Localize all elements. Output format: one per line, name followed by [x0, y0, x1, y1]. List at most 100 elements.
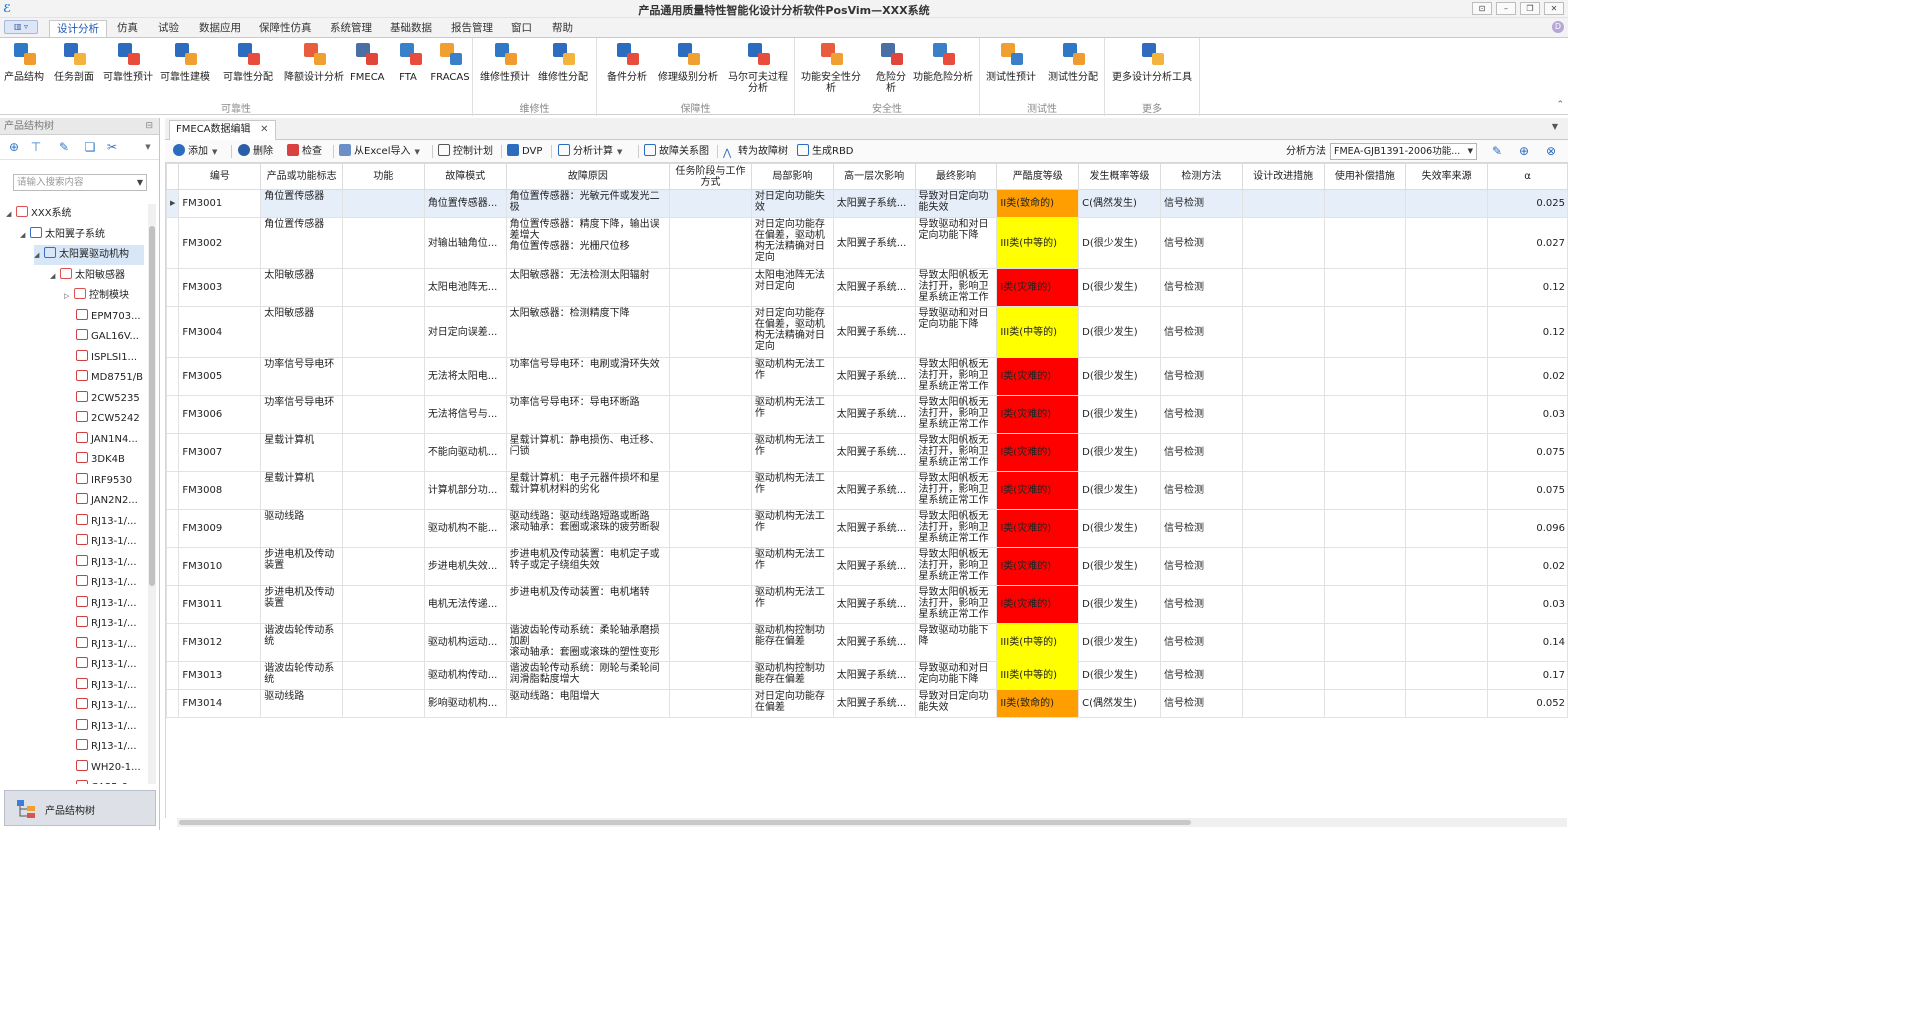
table-cell-phase[interactable] — [669, 189, 752, 218]
table-cell-higher[interactable]: 太阳翼子系统... — [832, 217, 916, 269]
table-cell-source[interactable] — [1405, 357, 1489, 396]
table-cell-mode[interactable]: 无法将信号与... — [423, 395, 507, 434]
hazard-analysis-button[interactable]: 危险分析 — [873, 41, 909, 94]
table-row[interactable]: FM3014 驱动线路 影响驱动机构... 驱动线路：电阻增大 对日定向功能存在偏差 太阳… — [166, 689, 1568, 718]
add-dropdown-icon[interactable]: ▼ — [212, 148, 217, 156]
table-cell-occurrence[interactable]: D(很少发生) — [1078, 268, 1161, 307]
table-cell-improve[interactable] — [1241, 547, 1325, 586]
tree-node[interactable]: RJ13-1/... — [76, 512, 137, 532]
table-cell-source[interactable] — [1405, 471, 1489, 510]
table-row[interactable]: FM3002 角位置传感器 对输出轴角位... 角位置传感器：精度下降，输出误差增大角… — [166, 217, 1568, 269]
table-row[interactable]: FM3005 功率信号导电环 无法将太阳电... 功率信号导电环：电刷或滑环失效 驱动机… — [166, 357, 1568, 396]
table-cell-source[interactable] — [1405, 433, 1489, 472]
mission-profile-button[interactable]: 任务剖面 — [52, 41, 96, 83]
table-cell-phase[interactable] — [669, 547, 752, 586]
grid-horizontal-scrollbar[interactable] — [177, 818, 1567, 827]
table-cell-id[interactable]: FM3012 — [178, 623, 262, 662]
table-cell-occurrence[interactable]: C(偶然发生) — [1078, 689, 1161, 718]
minimize-button[interactable]: – — [1496, 2, 1516, 15]
ribbon-tab[interactable]: 试验 — [151, 20, 186, 37]
table-cell-compensate[interactable] — [1323, 217, 1407, 269]
table-cell-function[interactable] — [342, 395, 425, 434]
table-cell-improve[interactable] — [1241, 395, 1325, 434]
table-cell-function[interactable] — [342, 433, 425, 472]
table-cell-alpha[interactable]: 0.02 — [1487, 357, 1568, 396]
table-cell-occurrence[interactable]: D(很少发生) — [1078, 585, 1161, 624]
tree-node[interactable]: JAN1N4... — [76, 430, 138, 450]
tree-node[interactable]: ◢ 太阳翼驱动机构 — [34, 245, 144, 265]
table-cell-cause[interactable]: 角位置传感器：光敏元件或发光二极 — [505, 189, 671, 218]
table-cell-product[interactable]: 步进电机及传动装置 — [260, 547, 344, 586]
table-cell-source[interactable] — [1405, 306, 1489, 358]
column-header[interactable]: 严酷度等级 — [996, 163, 1080, 190]
table-cell-compensate[interactable] — [1323, 357, 1407, 396]
copy-node-icon[interactable]: ❏ — [82, 140, 98, 154]
table-cell-id[interactable]: FM3003 — [178, 268, 262, 307]
add-node-icon[interactable]: ⊕ — [6, 140, 22, 154]
table-cell-occurrence[interactable]: D(很少发生) — [1078, 471, 1161, 510]
tree-node[interactable]: RJ13-1/... — [76, 614, 137, 634]
table-cell-occurrence[interactable]: D(很少发生) — [1078, 306, 1161, 358]
table-cell-alpha[interactable]: 0.075 — [1487, 433, 1568, 472]
table-cell-higher[interactable]: 太阳翼子系统... — [832, 547, 916, 586]
table-cell-occurrence[interactable]: C(偶然发生) — [1078, 189, 1161, 218]
tree-search-input[interactable]: 请输入搜索内容 ▼ — [13, 174, 147, 191]
table-cell-mode[interactable]: 无法将太阳电... — [423, 357, 507, 396]
maintainability-allocation-button[interactable]: 维修性分配 — [537, 41, 589, 83]
fta-button[interactable]: FTA — [396, 41, 422, 83]
add-circle-icon[interactable]: ⊕ — [1517, 144, 1531, 158]
table-cell-cause[interactable]: 太阳敏感器：无法检测太阳辐射 — [505, 268, 671, 307]
table-cell-local[interactable]: 对日定向功能存在偏差，驱动机构无法精确对日定向 — [750, 306, 834, 358]
table-cell-improve[interactable] — [1241, 661, 1325, 690]
method-dropdown-icon[interactable]: ▼ — [1467, 144, 1473, 159]
table-cell-alpha[interactable]: 0.075 — [1487, 471, 1568, 510]
tree-node[interactable]: GAL16V... — [76, 327, 139, 347]
table-cell-mode[interactable]: 角位置传感器... — [423, 189, 507, 218]
tree-scrollbar[interactable] — [148, 204, 156, 784]
table-cell-id[interactable]: FM3011 — [178, 585, 262, 624]
table-cell-higher[interactable]: 太阳翼子系统... — [832, 357, 916, 396]
table-cell-id[interactable]: FM3005 — [178, 357, 262, 396]
maximize-button[interactable]: ❐ — [1520, 2, 1540, 15]
table-cell-phase[interactable] — [669, 661, 752, 690]
table-cell-alpha[interactable]: 0.12 — [1487, 306, 1568, 358]
tree-node[interactable]: CA35-6... — [76, 778, 137, 784]
import-excel-button[interactable]: 从Excel导入 ▼ — [339, 144, 420, 159]
table-cell-product[interactable]: 谐波齿轮传动系统 — [260, 623, 344, 662]
insert-node-icon[interactable]: ⊤ — [28, 140, 44, 154]
tree-node[interactable]: ◢ 太阳敏感器 — [50, 266, 125, 286]
tree-node[interactable]: RJ13-1/... — [76, 696, 137, 716]
table-cell-compensate[interactable] — [1323, 471, 1407, 510]
table-row[interactable]: FM3009 驱动线路 驱动机构不能... 驱动线路：驱动线路短路或断路 滚动轴承：套圈… — [166, 509, 1568, 548]
table-cell-final[interactable]: 导致驱动和对日定向功能下降 — [914, 306, 998, 358]
tree-node[interactable]: RJ13-1/... — [76, 655, 137, 675]
table-cell-mode[interactable]: 电机无法传递... — [423, 585, 507, 624]
table-cell-severity[interactable]: III类(中等的) — [996, 661, 1080, 690]
tree-node[interactable]: RJ13-1/... — [76, 594, 137, 614]
table-cell-product[interactable]: 角位置传感器 — [260, 189, 344, 218]
calc-dropdown-icon[interactable]: ▼ — [617, 148, 622, 156]
table-cell-phase[interactable] — [669, 689, 752, 718]
markov-analysis-button[interactable]: 马尔可夫过程分析 — [725, 41, 791, 94]
table-cell-function[interactable] — [342, 189, 425, 218]
table-row[interactable]: ▶ FM3001 角位置传感器 角位置传感器... 角位置传感器：光敏元件或发光二极 对日… — [166, 189, 1568, 218]
table-cell-function[interactable] — [342, 357, 425, 396]
table-cell-improve[interactable] — [1241, 306, 1325, 358]
table-cell-occurrence[interactable]: D(很少发生) — [1078, 357, 1161, 396]
table-cell-final[interactable]: 导致太阳帆板无法打开，影响卫星系统正常工作 — [914, 471, 998, 510]
column-header[interactable]: 功能 — [342, 163, 425, 190]
table-cell-severity[interactable]: I类(灾难的) — [996, 268, 1080, 307]
table-cell-improve[interactable] — [1241, 357, 1325, 396]
edit-node-icon[interactable]: ✎ — [56, 140, 72, 154]
table-cell-final[interactable]: 导致驱动和对日定向功能下降 — [914, 217, 998, 269]
table-cell-product[interactable]: 驱动线路 — [260, 509, 344, 548]
table-cell-product[interactable]: 角位置传感器 — [260, 217, 344, 269]
table-cell-alpha[interactable]: 0.025 — [1487, 189, 1568, 218]
table-cell-final[interactable]: 导致驱动和对日定向功能下降 — [914, 661, 998, 690]
table-cell-alpha[interactable]: 0.03 — [1487, 395, 1568, 434]
table-cell-final[interactable]: 导致太阳帆板无法打开，影响卫星系统正常工作 — [914, 357, 998, 396]
control-plan-button[interactable]: 控制计划 — [438, 144, 493, 159]
table-cell-function[interactable] — [342, 471, 425, 510]
table-cell-function[interactable] — [342, 306, 425, 358]
table-cell-function[interactable] — [342, 661, 425, 690]
